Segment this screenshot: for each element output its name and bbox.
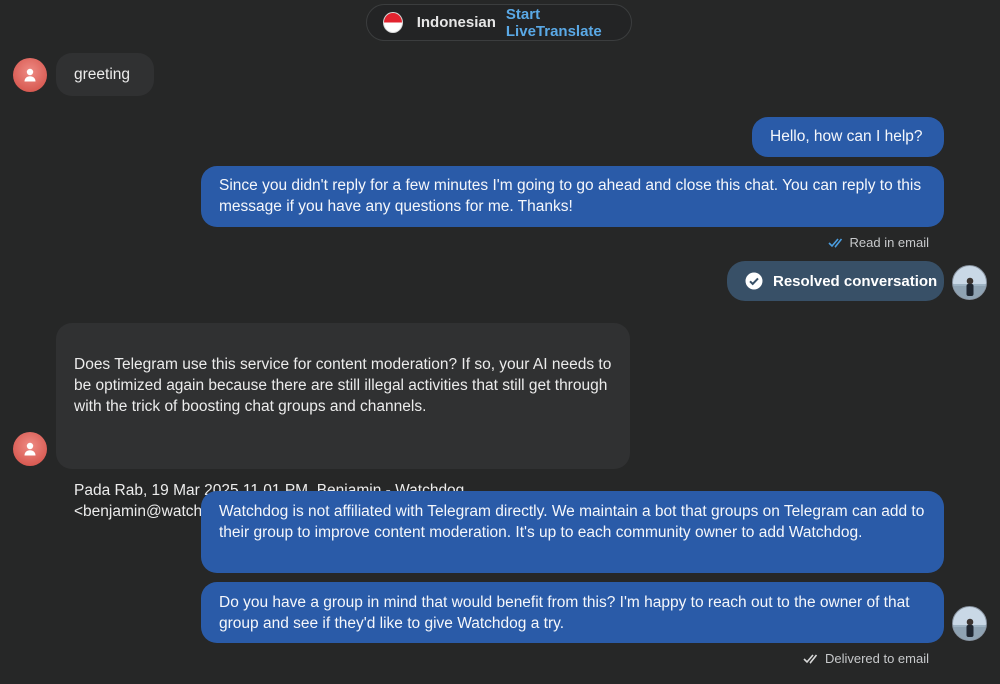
resolved-label: Resolved conversation — [773, 272, 938, 290]
double-check-icon — [803, 653, 818, 664]
agent-photo-icon — [953, 618, 986, 640]
read-status: Read in email — [700, 234, 929, 251]
user-icon — [24, 442, 36, 456]
live-translate-bar: Indonesian Start LiveTranslate — [366, 4, 632, 41]
agent-avatar — [952, 606, 987, 641]
indonesia-flag-icon — [383, 12, 403, 33]
check-circle-icon — [745, 272, 763, 290]
agent-message-hello: Hello, how can I help? — [752, 117, 944, 157]
message-text: Hello, how can I help? — [770, 128, 923, 145]
agent-message-affiliation: Watchdog is not affiliated with Telegram… — [201, 491, 944, 573]
start-livetranslate-link[interactable]: Start LiveTranslate — [506, 6, 631, 40]
user-icon — [24, 68, 36, 82]
message-text: Does Telegram use this service for conte… — [74, 356, 612, 415]
user-message-question: Does Telegram use this service for conte… — [56, 323, 630, 520]
user-avatar — [13, 432, 47, 466]
user-message-greeting: greeting — [56, 53, 154, 96]
message-text: greeting — [74, 66, 131, 83]
message-text: Do you have a group in mind that would b… — [219, 594, 910, 632]
message-text: Watchdog is not affiliated with Telegram… — [219, 503, 925, 541]
double-check-icon — [827, 237, 842, 248]
read-status-text: Read in email — [849, 235, 930, 250]
agent-message-follow-up: Do you have a group in mind that would b… — [201, 582, 944, 643]
message-text: Since you didn't reply for a few minutes… — [219, 177, 922, 215]
agent-message-auto-close: Since you didn't reply for a few minutes… — [201, 166, 944, 227]
resolved-conversation-badge: Resolved conversation — [727, 261, 944, 301]
delivered-status: Delivered to email — [700, 650, 929, 667]
language-label: Indonesian — [416, 14, 496, 31]
user-avatar — [13, 58, 47, 92]
delivered-status-text: Delivered to email — [824, 651, 929, 666]
agent-photo-icon — [953, 277, 986, 299]
agent-avatar — [952, 265, 987, 300]
